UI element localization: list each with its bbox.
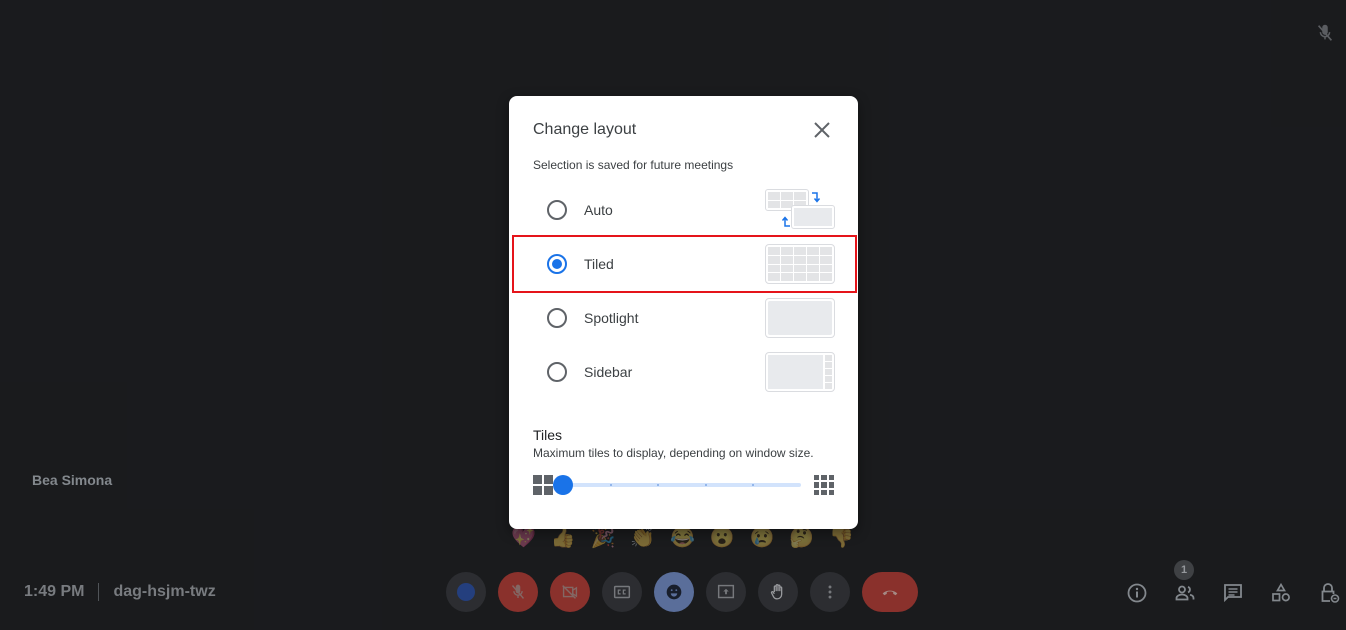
close-button[interactable] [809, 117, 835, 143]
option-label: Auto [584, 202, 613, 218]
change-layout-dialog: Change layout Selection is saved for fut… [509, 96, 858, 529]
more-tiles-icon [814, 475, 834, 495]
option-label: Tiled [584, 256, 614, 272]
close-icon [814, 122, 830, 138]
sidebar-layout-thumbnail [765, 352, 835, 392]
slider-tick [752, 484, 755, 486]
dialog-title: Change layout [533, 121, 637, 138]
slider-tick [657, 484, 660, 486]
slider-tick [704, 484, 707, 486]
slider-tick [609, 484, 612, 486]
option-label: Spotlight [584, 310, 639, 326]
tiles-description: Maximum tiles to display, depending on w… [533, 446, 814, 460]
radio-spotlight[interactable] [547, 308, 567, 328]
layout-option-sidebar[interactable]: Sidebar [513, 345, 854, 399]
option-label: Sidebar [584, 364, 633, 380]
radio-tiled[interactable] [547, 254, 567, 274]
auto-layout-thumbnail [765, 189, 837, 231]
dialog-subtitle: Selection is saved for future meetings [533, 158, 734, 172]
swap-arrow-icon [812, 192, 821, 203]
fewer-tiles-icon [533, 475, 553, 495]
swap-arrow-icon [781, 216, 790, 227]
slider-handle[interactable] [553, 475, 573, 495]
tiled-layout-thumbnail [765, 244, 835, 284]
spotlight-layout-thumbnail [765, 298, 835, 338]
tiles-slider[interactable] [553, 475, 801, 495]
layout-option-spotlight[interactable]: Spotlight [513, 291, 854, 345]
radio-sidebar[interactable] [547, 362, 567, 382]
radio-auto[interactable] [547, 200, 567, 220]
layout-option-tiled[interactable]: Tiled [512, 235, 857, 293]
layout-option-auto[interactable]: Auto [513, 183, 854, 237]
tiles-heading: Tiles [533, 427, 563, 443]
tiles-slider-row [533, 474, 835, 496]
